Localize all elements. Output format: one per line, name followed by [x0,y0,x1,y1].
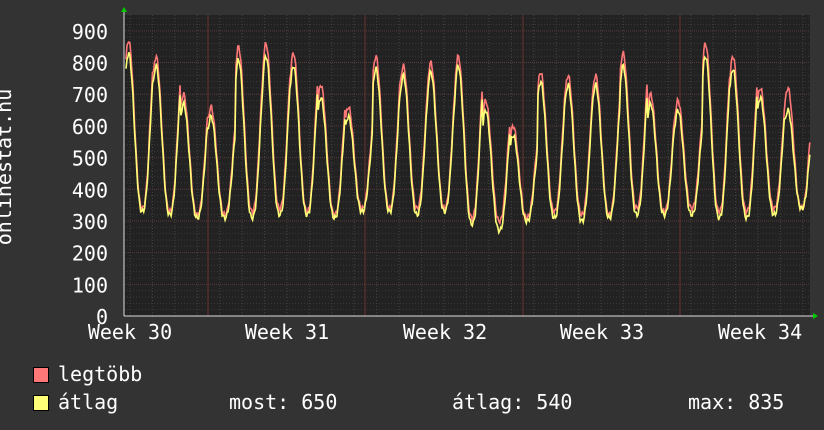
x-tick-label: Week 30 [88,320,172,344]
y-tick-label: 600 [72,115,108,139]
y-axis-arrow [121,7,127,12]
chart-panel: 0 100 200 300 400 500 600 700 800 900 Week 30 Week … [0,0,824,430]
y-tick-label: 100 [72,273,108,297]
legend-label-atlag: átlag [58,390,119,414]
x-axis-arrow [813,313,818,319]
traffic-chart: 0100200300400500600700800900Week 30 Week … [72,7,818,344]
y-tick-label: 500 [72,147,108,171]
x-tick-label: Week 34 [718,320,802,344]
y-tick-label: 900 [72,20,108,44]
x-tick-label: Week 31 [245,320,329,344]
y-tick-label: 700 [72,83,108,107]
legend-swatch-atlag [33,395,49,411]
y-tick-label: 400 [72,178,108,202]
stat-atlag: átlag: 540 [452,390,573,414]
stat-most: most: 650 [229,390,338,414]
stat-max: max: 835 [688,390,785,414]
y-tick-label: 800 [72,52,108,76]
legend-swatch-legtobb [33,367,49,383]
y-axis-label: onlinestat.hu [0,88,16,246]
x-tick-label: Week 32 [403,320,487,344]
y-tick-label: 300 [72,210,108,234]
x-tick-label: Week 33 [560,320,644,344]
legend-label-legtobb: legtöbb [58,362,143,386]
y-tick-label: 200 [72,242,108,266]
